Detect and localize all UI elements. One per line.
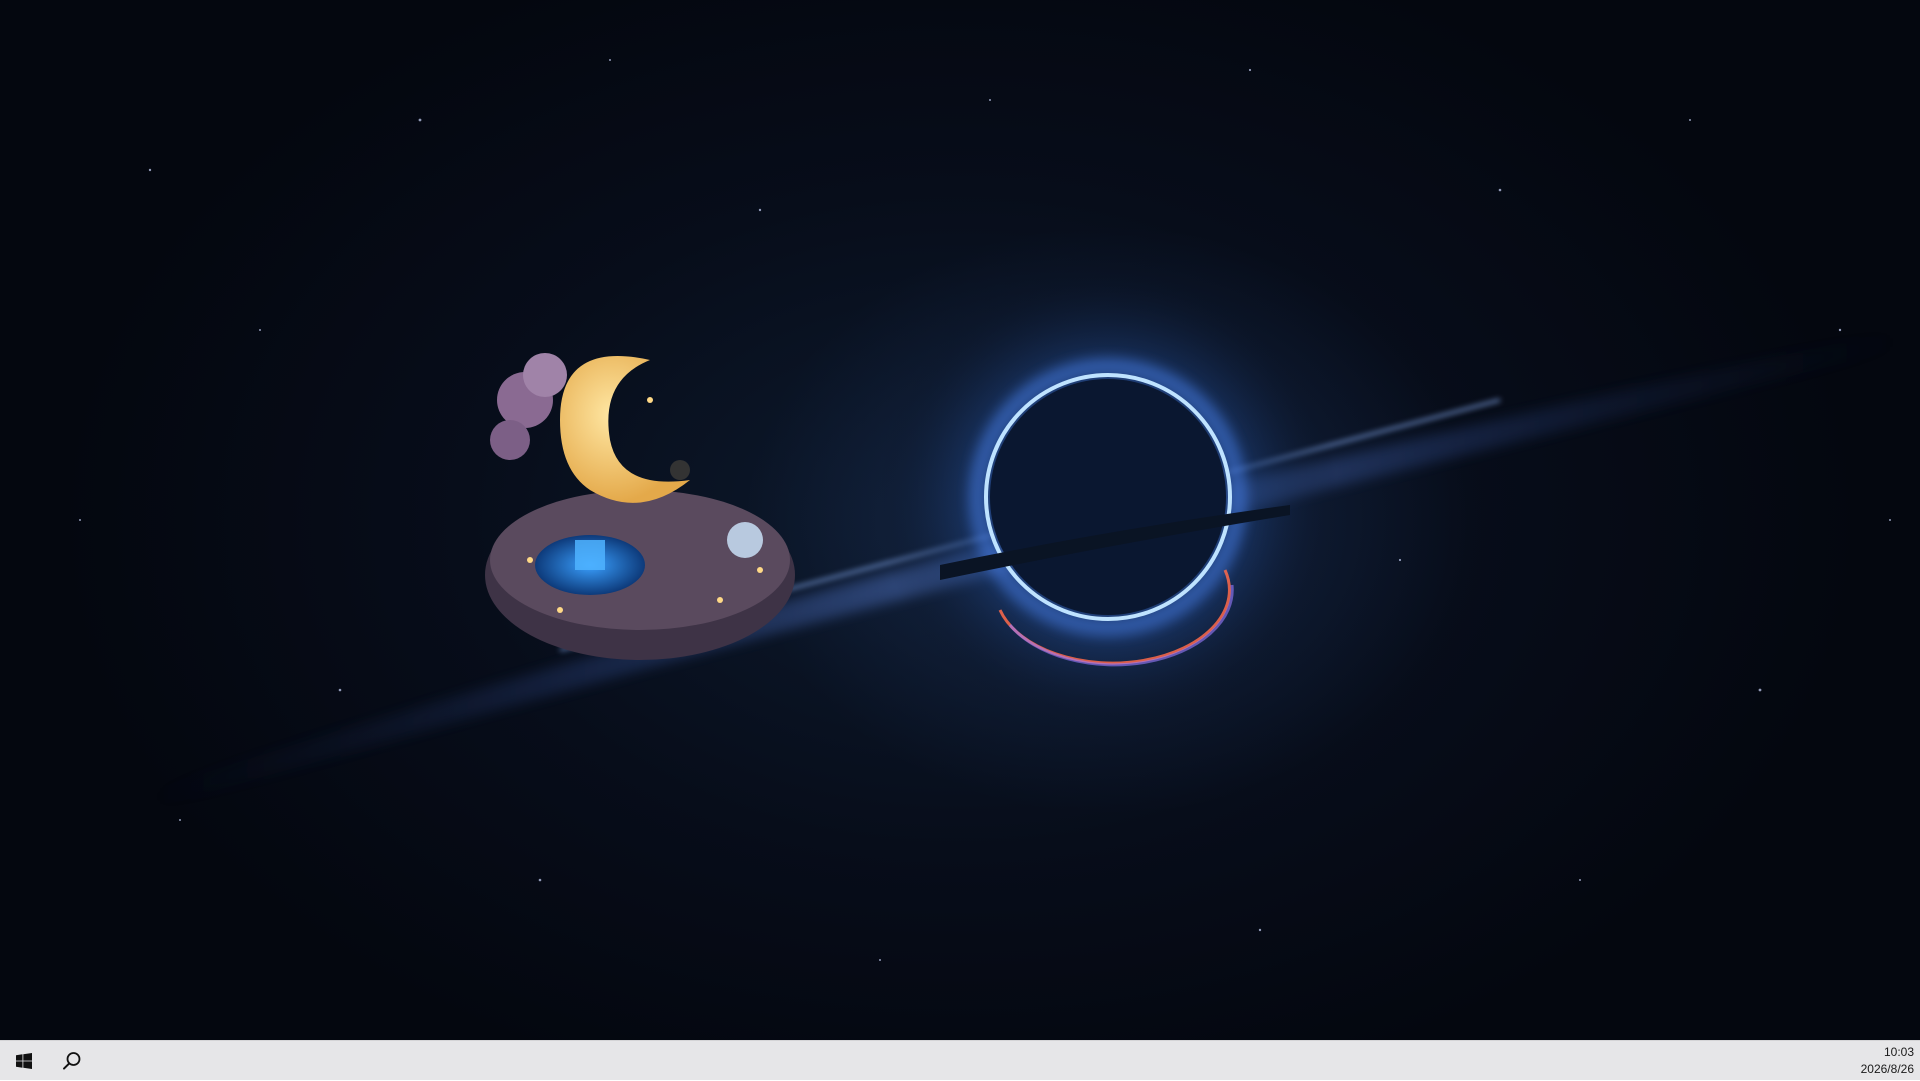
black-hole	[878, 270, 1338, 730]
search-icon	[63, 1052, 81, 1070]
moon-garden-island	[485, 353, 795, 660]
clock-date: 2026/8/26	[1860, 1062, 1914, 1076]
taskbar-clock[interactable]: 10:03 2026/8/26	[1820, 1041, 1920, 1081]
wallpaper	[79, 59, 1900, 961]
desktop	[0, 0, 1920, 1040]
taskbar: 10:03 2026/8/26	[0, 1040, 1920, 1080]
clock-time: 10:03	[1883, 1045, 1914, 1059]
search-button[interactable]	[48, 1041, 96, 1081]
start-button[interactable]	[0, 1041, 48, 1081]
windows-logo-icon	[16, 1053, 32, 1069]
